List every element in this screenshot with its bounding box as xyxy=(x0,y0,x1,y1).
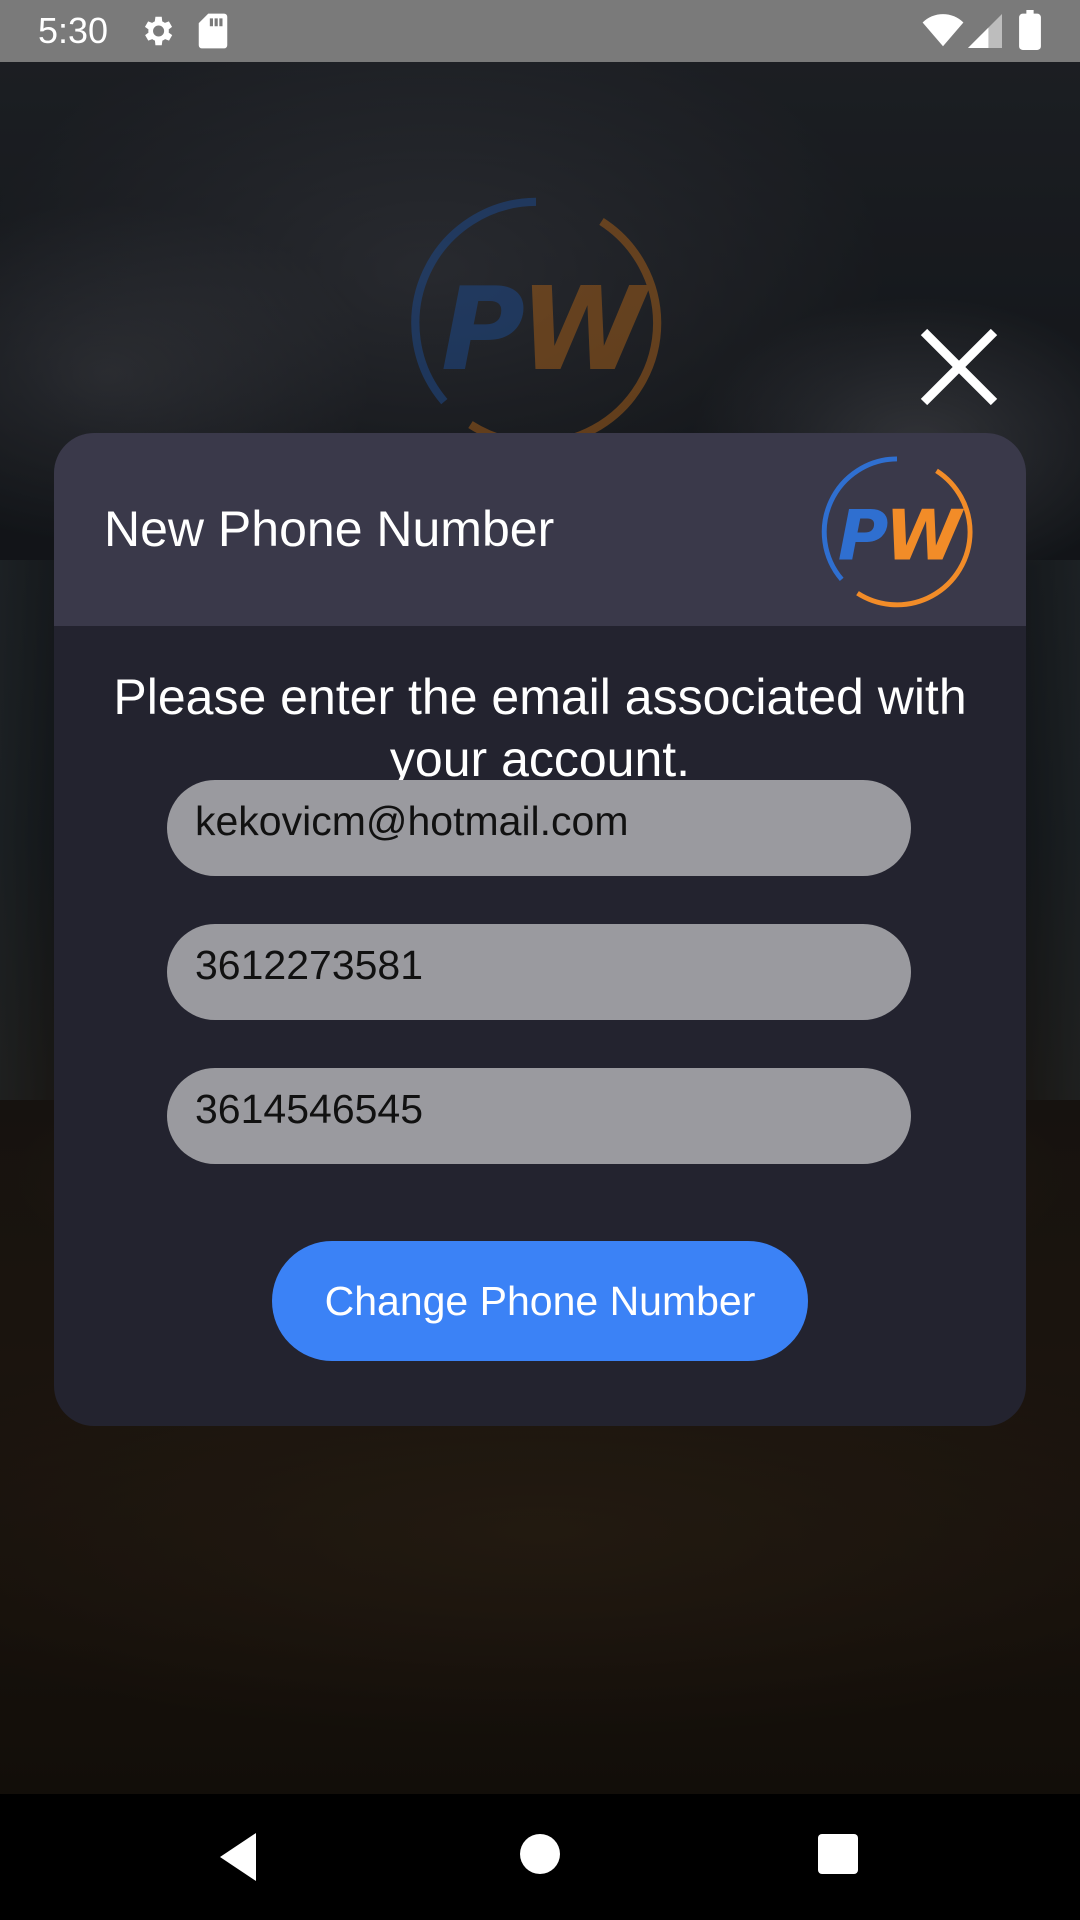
gear-icon xyxy=(138,12,176,55)
recents-button[interactable] xyxy=(816,1832,860,1881)
dialog-message: Please enter the email associated with y… xyxy=(113,669,967,787)
change-phone-dialog: New Phone Number P W Please enter the em… xyxy=(54,433,1026,1426)
wifi-icon xyxy=(922,14,964,53)
system-nav-bar xyxy=(0,1794,1080,1920)
battery-icon xyxy=(1018,10,1042,55)
dialog-header: New Phone Number P W xyxy=(54,433,1026,626)
current-phone-field[interactable]: 3612273581 xyxy=(167,924,911,1020)
status-bar: 5:30 xyxy=(0,0,1080,62)
home-button[interactable] xyxy=(518,1832,562,1881)
back-icon xyxy=(220,1833,256,1881)
pw-logo-w: W xyxy=(885,497,964,577)
app-screen: 5:30 P W New Phone Number P W Please ent… xyxy=(0,0,1080,1920)
status-time: 5:30 xyxy=(38,10,109,51)
pw-logo-p: P xyxy=(838,497,889,577)
sd-card-icon xyxy=(196,12,230,55)
back-button[interactable] xyxy=(216,1827,260,1892)
change-phone-number-button[interactable]: Change Phone Number xyxy=(272,1241,808,1361)
pw-logo: P W xyxy=(818,453,976,611)
email-field[interactable]: kekovicm@hotmail.com xyxy=(167,780,911,876)
recents-icon xyxy=(818,1834,858,1874)
dialog-title: New Phone Number xyxy=(104,501,555,557)
close-button[interactable] xyxy=(918,326,1000,408)
signal-icon xyxy=(968,14,1002,53)
new-phone-field[interactable]: 3614546545 xyxy=(167,1068,911,1164)
home-icon xyxy=(520,1834,560,1874)
close-icon xyxy=(920,328,998,406)
